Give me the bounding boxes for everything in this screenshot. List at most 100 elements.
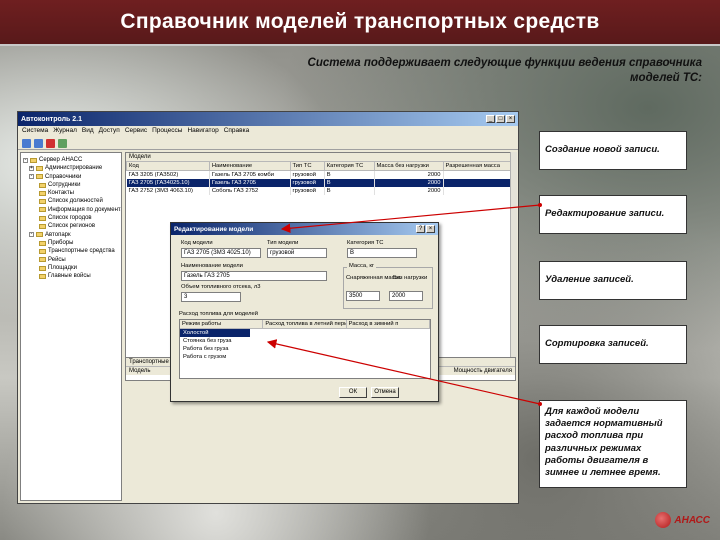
minimize-icon[interactable]: _ [486,115,495,123]
tree-node[interactable]: Сотрудники [23,181,119,189]
tree-node[interactable]: Площадки [23,264,119,272]
tree-node[interactable]: Список городов [23,214,119,222]
close-icon[interactable]: × [506,115,515,123]
table-cell: ГАЗ 2705 (ГАЗ4025.10) [126,179,210,187]
models-table: Код Наименование Тип ТС Категория ТС Мас… [126,161,515,195]
folder-icon [36,165,43,171]
table-cell: В [324,179,375,187]
column-header[interactable]: Мощность двигателя [454,368,512,374]
column-header[interactable]: Масса без нагрузки [373,161,444,171]
folder-icon [39,190,46,196]
menu-item-navigator[interactable]: Навигатор [187,127,218,136]
ok-button[interactable]: ОК [339,387,367,398]
fuel-row-selected[interactable]: Холостой [180,329,250,337]
column-header[interactable]: Расход топлива в летний период [263,320,347,328]
column-header[interactable]: Разрешенная масса [442,161,515,171]
toolbar [18,137,518,150]
mass-group-label: Масса, кг [347,263,377,269]
table-cell [443,170,515,179]
tree-node[interactable]: Список регионов [23,222,119,230]
forward-icon[interactable] [34,139,43,148]
table-cell: 2000 [374,170,444,179]
category-select[interactable]: В [347,248,417,258]
column-header[interactable]: Категория ТС [323,161,375,171]
slide-title-bar: Справочник моделей транспортных средств [0,0,720,46]
mass-loaded-field[interactable]: 3500 [346,291,380,301]
edit-model-dialog: Редактирование модели ? × Код модели ГАЗ… [170,222,439,402]
navigation-tree: - Сервер АНАСС + Администрирование - Справо… [20,152,122,501]
tree-node[interactable]: Информация по документам [23,206,121,214]
mass-group [343,267,433,309]
fuel-row[interactable]: Стоянка без груза [180,337,430,345]
menu-item-journal[interactable]: Журнал [53,127,77,136]
table-cell: В [324,187,375,195]
table-row[interactable]: ГАЗ 2752 (ЗМЗ 4063.10) Соболь ГАЗ 2752 г… [126,187,515,195]
callout-create: Создание новой записи. [539,131,687,170]
folder-icon [39,199,46,205]
close-icon[interactable]: × [426,225,435,233]
column-header[interactable]: Код [126,161,210,171]
column-header[interactable]: Расход в зимний п [347,320,430,328]
table-cell: В [324,170,375,179]
fuel-row[interactable]: Работа без груза [180,345,430,353]
table-row[interactable]: ГАЗ 3205 (ГАЗ502) Газель ГАЗ 2705 комби … [126,170,515,179]
tree-node[interactable]: - Сервер АНАСС [23,156,119,164]
table-row-selected[interactable]: ГАЗ 2705 (ГАЗ4025.10) Газель ГАЗ 2705 гр… [126,179,515,187]
folder-icon [39,273,46,279]
tree-node[interactable]: Главные войсы [23,272,119,280]
tree-node[interactable]: Приборы [23,239,119,247]
menu-item-help[interactable]: Справка [224,127,250,136]
collapse-icon[interactable]: - [23,157,28,163]
type-field[interactable]: грузовой [267,248,327,258]
tree-node[interactable]: Список должностей [23,197,119,205]
table-cell: 2000 [374,179,444,187]
menu-item-system[interactable]: Система [22,127,48,136]
company-logo: АНАСС [655,512,710,528]
column-header[interactable]: Наименование [208,161,291,171]
code-field[interactable]: ГАЗ 2705 (ЗМЗ 4025.10) [181,248,261,258]
menu-item-service[interactable]: Сервис [125,127,147,136]
table-cell: грузовой [290,179,325,187]
name-label: Наименование модели [181,263,243,269]
collapse-icon[interactable]: - [29,174,34,180]
refresh-icon[interactable] [58,139,67,148]
stop-icon[interactable] [46,139,55,148]
folder-icon [39,207,46,213]
column-header[interactable]: Модель [129,368,151,374]
cancel-button[interactable]: Отмена [371,387,399,398]
expand-icon[interactable]: + [29,165,34,171]
table-cell: Газель ГАЗ 2705 [209,179,291,187]
tree-node[interactable]: Транспортные средства [23,247,119,255]
table-cell: 2000 [374,187,444,195]
table-cell: грузовой [290,187,325,195]
table-cell: Газель ГАЗ 2705 комби [209,170,291,179]
callout-sort: Сортировка записей. [539,325,687,364]
folder-icon [36,232,43,238]
back-icon[interactable] [22,139,31,148]
slide-intro: Система поддерживает следующие функции в… [307,57,702,84]
folder-icon [39,182,46,188]
fuel-grid: Режим работы Расход топлива в летний пер… [179,319,431,379]
tank-field[interactable]: 3 [181,292,241,302]
maximize-icon[interactable]: □ [496,115,505,123]
menu-item-access[interactable]: Доступ [99,127,120,136]
tree-node[interactable]: Контакты [23,189,119,197]
help-icon[interactable]: ? [416,225,425,233]
column-header[interactable]: Режим работы [180,320,264,328]
grid-scrollbar[interactable] [510,152,517,362]
tree-node[interactable]: - Справочники [23,173,119,181]
folder-icon [39,215,46,221]
tree-node[interactable]: - Автопарк [23,231,119,239]
fuel-grid-header: Режим работы Расход топлива в летний пер… [180,320,430,329]
name-field[interactable]: Газель ГАЗ 2705 [181,271,327,281]
mass-empty-label: Без нагрузки [393,275,428,281]
mass-empty-field[interactable]: 2000 [389,291,423,301]
menu-item-processes[interactable]: Процессы [152,127,182,136]
fuel-row[interactable]: Работа с грузом [180,353,430,361]
tree-node[interactable]: Рейсы [23,256,119,264]
menu-item-view[interactable]: Вид [82,127,94,136]
app-window-title: Автоконтроль 2.1 [21,115,83,123]
collapse-icon[interactable]: - [29,232,34,238]
tree-node[interactable]: + Администрирование [23,164,119,172]
column-header[interactable]: Тип ТС [289,161,325,171]
